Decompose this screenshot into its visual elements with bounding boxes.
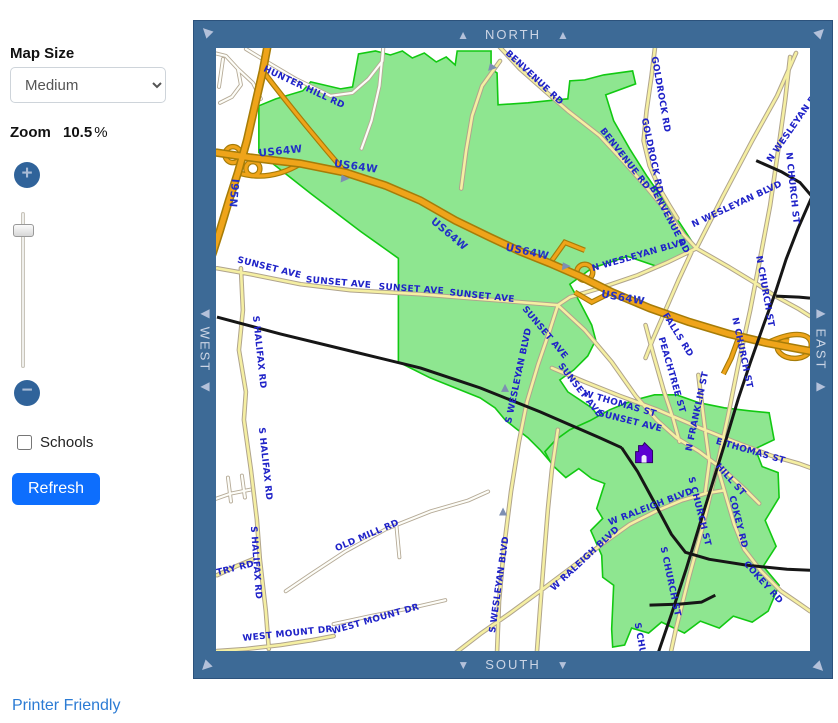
zoom-value: 10.5 <box>63 124 92 141</box>
pan-north-arrow-icon[interactable]: ▲ <box>557 28 569 42</box>
road-label: UTRY RD <box>216 559 255 580</box>
schools-checkbox[interactable] <box>17 435 32 450</box>
pan-east-bar[interactable]: ▶ EAST ▶ <box>810 48 832 651</box>
road-label: OLD MILL RD <box>334 518 401 554</box>
refresh-button[interactable]: Refresh <box>12 473 100 505</box>
pan-north-arrow-icon[interactable]: ▲ <box>457 28 469 42</box>
map-canvas[interactable]: US64WUS64WUS64WUS64WUS64WI95NHUNTER HILL… <box>216 48 810 651</box>
pan-east-arrow-icon[interactable]: ▶ <box>816 306 825 320</box>
pan-south-arrow-icon[interactable]: ▼ <box>457 658 469 672</box>
pan-south-bar[interactable]: ▼ SOUTH ▼ <box>194 651 832 678</box>
road-label: US64W <box>600 288 646 307</box>
north-label: NORTH <box>485 27 541 42</box>
schools-label: Schools <box>40 434 93 451</box>
road-label: S HALIFAX RD <box>250 315 268 389</box>
zoom-in-button[interactable]: + <box>14 162 40 188</box>
pan-west-arrow-icon[interactable]: ◀ <box>200 306 209 320</box>
pan-north-bar[interactable]: ▲ NORTH ▲ <box>194 21 832 48</box>
west-label: WEST <box>198 327 213 373</box>
printer-friendly-link[interactable]: Printer Friendly <box>12 697 120 715</box>
road-label: S WESLEYAN BLVD <box>488 536 511 634</box>
control-sidebar: Map Size Medium Zoom 10.5% + − Schools R… <box>0 0 193 723</box>
road-label: I95N <box>226 178 240 208</box>
road-label: WEST MOUNT DR <box>242 625 333 644</box>
road-label: S HALIFAX RD <box>256 427 274 501</box>
pan-west-bar[interactable]: ◀ WEST ◀ <box>194 48 216 651</box>
road-label: N CHURCH ST <box>783 152 801 225</box>
zoom-readout: Zoom 10.5% <box>10 124 108 141</box>
road-label: WEST MOUNT DR <box>331 602 421 637</box>
zoom-slider-thumb[interactable] <box>13 224 34 237</box>
zoom-label: Zoom <box>10 124 51 141</box>
zoom-unit: % <box>94 124 107 141</box>
pan-west-arrow-icon[interactable]: ◀ <box>200 379 209 393</box>
road-label: GOLDROCK RD <box>649 56 672 134</box>
map-size-select[interactable]: Medium <box>10 67 166 103</box>
map-frame: ▶ ▶ ▶ ▶ ▲ NORTH ▲ ▼ SOUTH ▼ ◀ WEST ◀ ▶ E… <box>193 20 833 679</box>
zoom-out-button[interactable]: − <box>14 380 40 406</box>
pan-east-arrow-icon[interactable]: ▶ <box>816 379 825 393</box>
south-label: SOUTH <box>485 657 541 672</box>
road-label: BENVENUE RD <box>503 49 565 108</box>
east-label: EAST <box>814 329 829 371</box>
map-size-label: Map Size <box>10 45 74 62</box>
pan-south-arrow-icon[interactable]: ▼ <box>557 658 569 672</box>
